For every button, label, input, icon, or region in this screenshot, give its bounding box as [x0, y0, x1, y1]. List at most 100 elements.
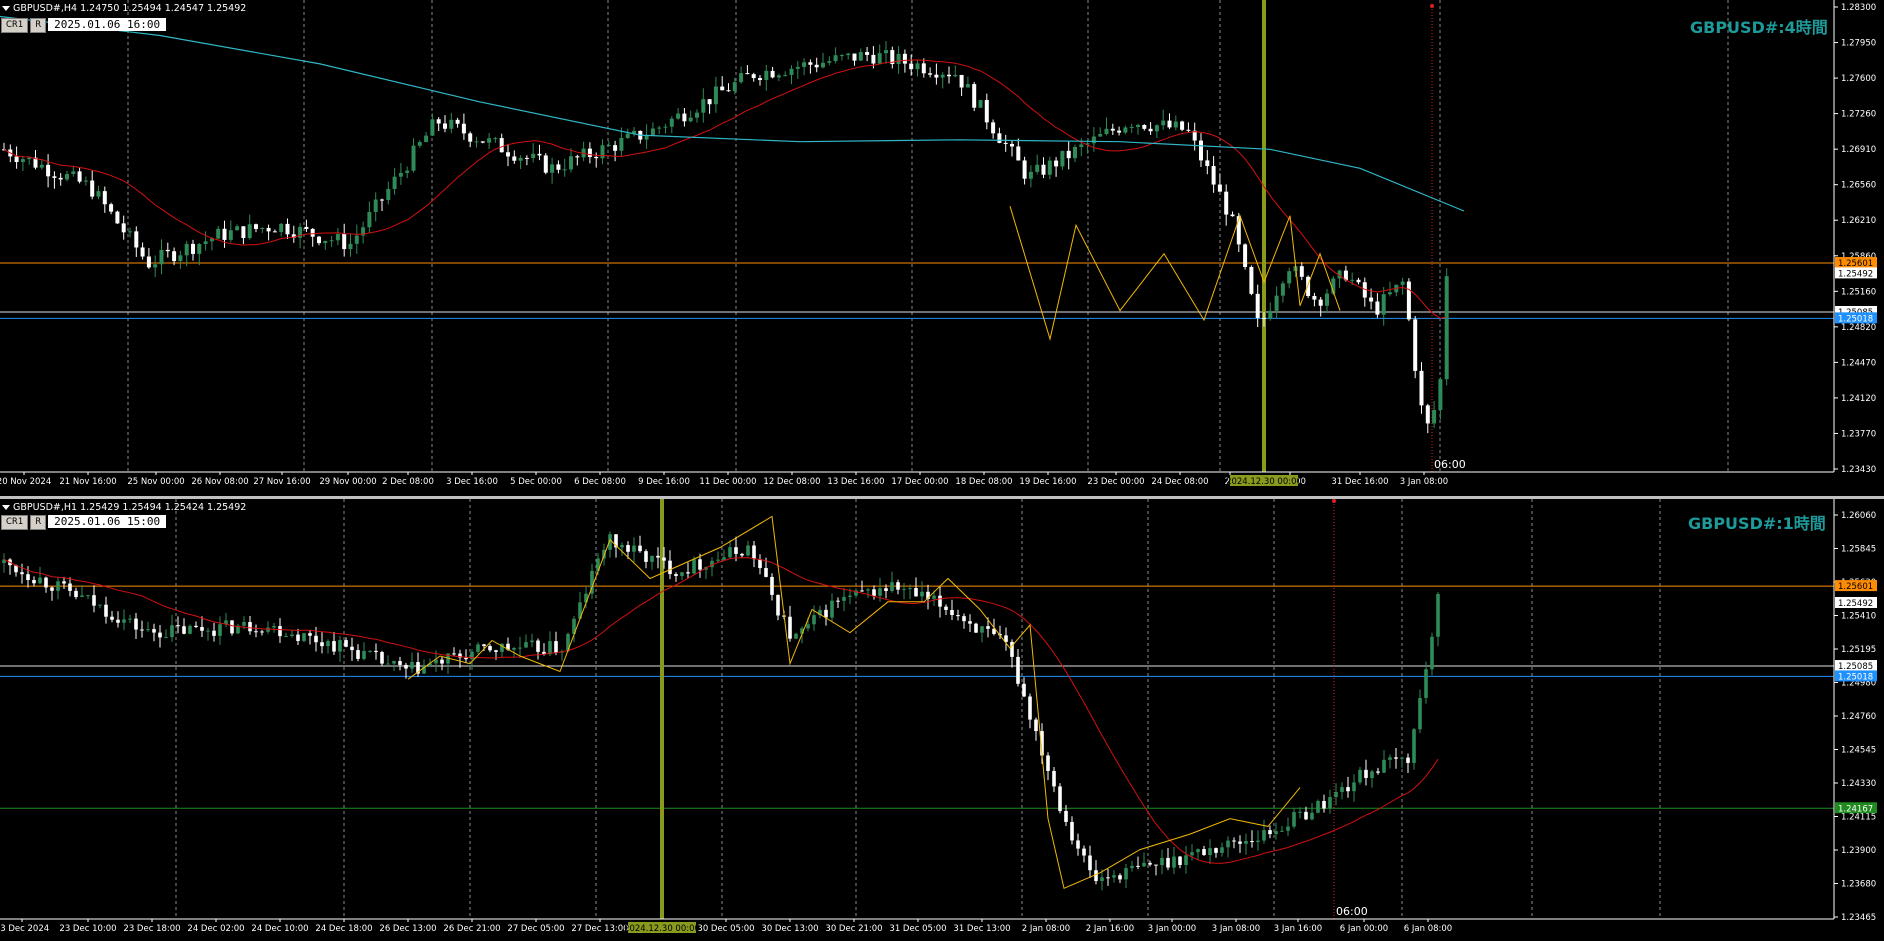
collapse-triangle-icon[interactable] — [2, 505, 10, 510]
time-tick-label: 19 Dec 16:00 — [1019, 477, 1076, 487]
h1-datetime-field[interactable]: 2025.01.06 15:00 — [48, 515, 167, 528]
candle-body — [794, 633, 798, 639]
candle-body — [380, 199, 384, 201]
candle-body — [350, 646, 354, 651]
candle-body — [1100, 877, 1104, 882]
time-tick-label: 30 Dec 13:00 — [761, 924, 818, 934]
candle-body — [600, 145, 605, 159]
price-tick-label: 1.23430 — [1841, 465, 1876, 475]
candle-body — [474, 141, 479, 143]
candle-body — [1091, 136, 1096, 144]
candle-body — [543, 155, 548, 173]
candle-body — [1388, 292, 1392, 295]
candle-body — [1369, 297, 1374, 302]
time-tick-label: 6 Jan 00:00 — [1340, 924, 1388, 934]
r-button[interactable]: R — [30, 515, 47, 530]
candle-body — [1334, 792, 1338, 798]
candle-body — [405, 170, 410, 173]
price-tick-label: 1.24760 — [1841, 712, 1876, 722]
candle-body — [374, 650, 378, 653]
candle-body — [902, 53, 907, 64]
candle-body — [86, 595, 90, 597]
candle-body — [380, 652, 384, 664]
time-tick-label: 23 Dec 10:00 — [59, 924, 116, 934]
time-tick-label: 21 Nov 16:00 — [59, 477, 116, 487]
candle-body — [720, 86, 725, 91]
candle-body — [1142, 862, 1146, 867]
candle-body — [1340, 787, 1344, 793]
candle-body — [707, 99, 712, 105]
candle-body — [348, 243, 353, 250]
candle-body — [1186, 129, 1191, 131]
candle-body — [410, 662, 414, 669]
time-tick-label: 12 Dec 08:00 — [763, 477, 820, 487]
cr1-button[interactable]: CR1 — [1, 515, 29, 530]
candle-body — [1381, 294, 1386, 315]
h4-datetime-field[interactable]: 2025.01.06 16:00 — [48, 18, 167, 31]
candle-body — [740, 553, 744, 556]
candle-body — [449, 119, 454, 129]
candle-body — [1350, 279, 1355, 281]
price-tag-green: 1.24167 — [1838, 804, 1873, 814]
time-tick-label: 27 Dec 05:00 — [507, 924, 564, 934]
candle-body — [1167, 120, 1172, 128]
candle-body — [1106, 877, 1110, 879]
candle-body — [713, 86, 718, 105]
candle-body — [1364, 769, 1368, 778]
candle-body — [1238, 841, 1242, 844]
candle-body — [476, 644, 480, 652]
time-tick-label: 3 Jan 08:00 — [1212, 924, 1260, 934]
candle-body — [620, 545, 624, 548]
candle-body — [368, 650, 372, 652]
candle-body — [824, 609, 828, 618]
candle-body — [58, 177, 63, 180]
candle-body — [1154, 864, 1158, 866]
collapse-triangle-icon[interactable] — [2, 6, 10, 11]
candle-body — [884, 50, 888, 54]
candle-body — [222, 228, 227, 240]
candle-body — [386, 189, 391, 200]
price-tag-orange: 1.25601 — [1838, 582, 1873, 592]
candle-body — [1312, 295, 1317, 300]
candle-body — [494, 650, 498, 652]
candle-body — [688, 117, 693, 122]
candle-body — [1022, 683, 1026, 697]
candle-body — [734, 547, 738, 554]
h4-ohlc-text: GBPUSD#,H4 1.24750 1.25494 1.24547 1.254… — [13, 3, 247, 14]
h1-chart-canvas[interactable]: 1.260601.258451.256301.254101.251951.249… — [0, 499, 1884, 941]
candle-body — [104, 604, 108, 617]
candle-body — [362, 651, 366, 659]
h1-chart-pane[interactable]: 1.260601.258451.256301.254101.251951.249… — [0, 499, 1884, 941]
h4-chart-canvas[interactable]: 1.28300 1.27950 1.27600 1.27260 1.26910 1.265… — [0, 0, 1884, 496]
candle-body — [662, 557, 666, 561]
candle-body — [1406, 757, 1410, 763]
candle-body — [921, 63, 926, 74]
candle-body — [74, 590, 78, 598]
r-button[interactable]: R — [30, 18, 47, 33]
candle-body — [71, 171, 76, 174]
candle-body — [524, 642, 528, 648]
red-line-anchor — [1430, 4, 1434, 8]
candle-body — [290, 634, 294, 637]
cr1-button[interactable]: CR1 — [1, 18, 29, 33]
candle-body — [109, 204, 114, 212]
candle-body — [619, 137, 624, 151]
candle-body — [56, 581, 60, 591]
candle-body — [468, 133, 473, 142]
candle-body — [548, 641, 552, 655]
candle-body — [950, 609, 954, 616]
candle-body — [1010, 143, 1014, 147]
candle-body — [739, 73, 744, 83]
candle-body — [1436, 594, 1440, 637]
candle-body — [140, 629, 144, 631]
h1-toolbar: CR1 R 2025.01.06 15:00 — [1, 515, 167, 530]
candle-body — [978, 100, 983, 108]
candle-body — [1325, 293, 1329, 306]
candle-body — [176, 625, 180, 627]
candle-body — [846, 53, 851, 56]
time-tick-label: 24 Dec 08:00 — [1151, 477, 1208, 487]
candle-body — [877, 53, 882, 64]
candle-body — [320, 642, 324, 647]
h4-chart-pane[interactable]: 1.28300 1.27950 1.27600 1.27260 1.26910 1.265… — [0, 0, 1884, 496]
candle-body — [1178, 856, 1182, 865]
